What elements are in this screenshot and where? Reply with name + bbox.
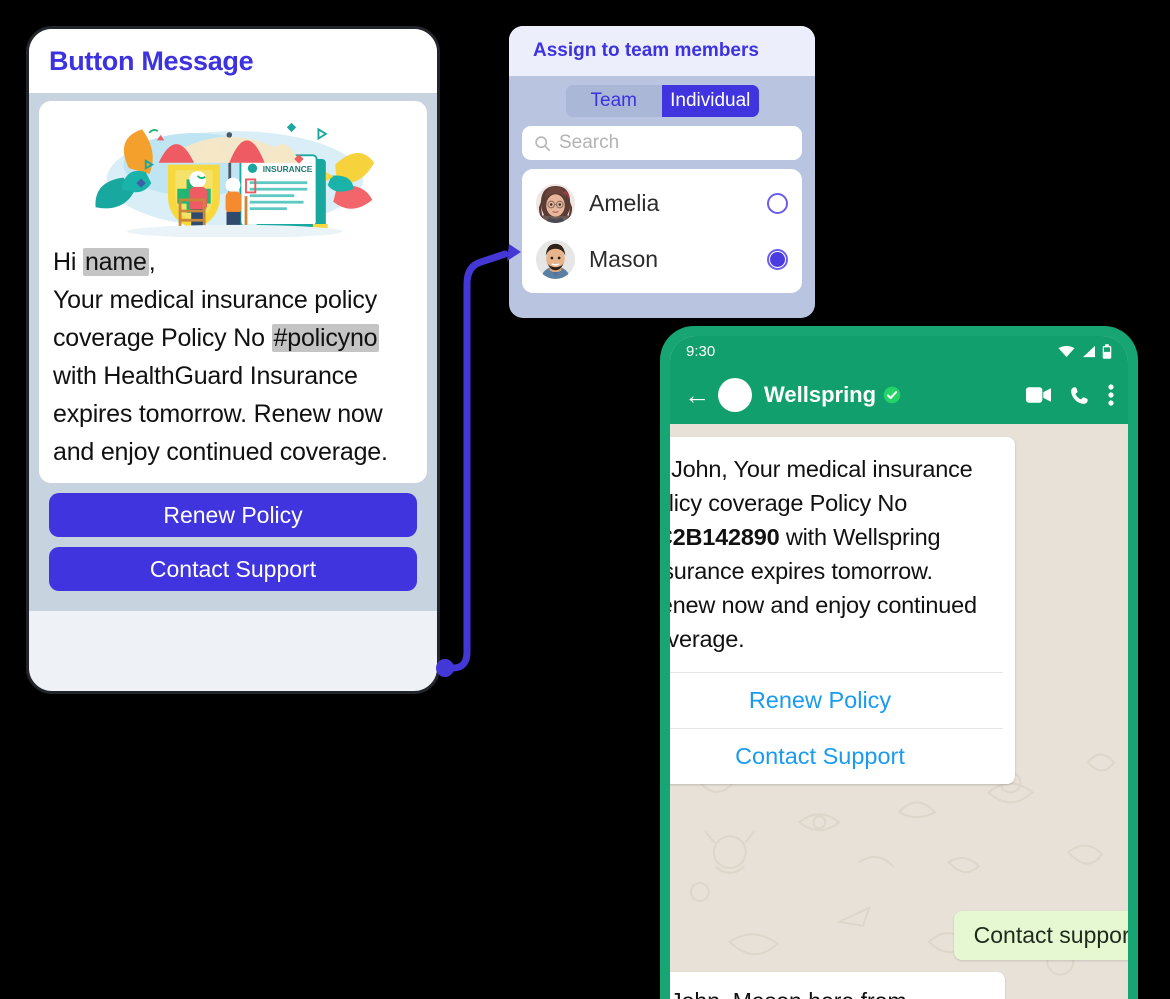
page-title: Button Message — [49, 45, 254, 76]
status-bar: 9:30 — [670, 336, 1128, 366]
status-time: 9:30 — [686, 342, 716, 360]
avatar-mason — [536, 239, 575, 279]
wifi-icon — [1058, 345, 1075, 357]
radio-mason[interactable] — [767, 248, 788, 270]
message-line-3: with HealthGuard Insurance expires tomor… — [53, 362, 388, 466]
assign-panel-content: Team Individual Search Amelia Mason — [509, 76, 815, 302]
assign-team-members-panel: Assign to team members Team Individual S… — [509, 26, 815, 318]
assign-panel-title: Assign to team members — [509, 26, 815, 76]
outgoing-message-bubble: Contact support — [953, 911, 1128, 960]
renew-policy-button[interactable]: Renew Policy — [49, 493, 417, 537]
message-body-text: Hi name, Your medical insurance policy c… — [39, 239, 427, 471]
wa-contact-support-button[interactable]: Contact Support — [670, 729, 1015, 784]
radio-amelia[interactable] — [767, 192, 788, 214]
card-message-text: Hi John, Your medical insurance policy c… — [670, 437, 1015, 672]
illustration-wrap: INSURANCE — [39, 101, 427, 239]
search-input[interactable]: Search — [522, 126, 802, 160]
tab-team[interactable]: Team — [565, 85, 662, 117]
greeting-prefix: Hi — [53, 248, 83, 276]
builder-buttons: Renew Policy Contact Support — [39, 483, 427, 591]
search-placeholder: Search — [559, 132, 620, 153]
card-message-bubble: Hi John, Your medical insurance policy c… — [670, 437, 1015, 785]
wa-renew-policy-button[interactable]: Renew Policy — [670, 673, 1015, 728]
whatsapp-chat-header: ← Wellspring — [670, 366, 1128, 424]
verified-badge-icon — [883, 386, 901, 404]
message-preview: INSURANCE Hi name, Your medical insuranc… — [39, 101, 427, 483]
card-text-before: Hi John, Your medical insurance policy c… — [670, 456, 973, 517]
status-icons — [1058, 343, 1112, 359]
card-body: INSURANCE Hi name, Your medical insuranc… — [29, 93, 437, 611]
video-camera-icon[interactable] — [1026, 386, 1051, 404]
name-variable-chip: name — [82, 248, 149, 276]
list-item-amelia[interactable]: Amelia — [522, 175, 802, 231]
insurance-illustration-icon: INSURANCE — [56, 107, 410, 237]
policyno-variable-chip: #policyno — [271, 324, 380, 352]
back-arrow-icon[interactable]: ← — [684, 382, 710, 408]
greeting-suffix: , — [148, 248, 156, 276]
list-item-mason[interactable]: Mason — [522, 231, 802, 287]
overflow-menu-icon[interactable] — [1108, 384, 1114, 406]
member-name-amelia: Amelia — [589, 189, 660, 216]
header-actions — [1026, 384, 1114, 406]
phone-screen: 9:30 ← Wellspring John, Your medical ins… — [670, 336, 1128, 999]
svg-text:INSURANCE: INSURANCE — [263, 164, 313, 174]
contact-support-button[interactable]: Contact Support — [49, 547, 417, 591]
contact-name: Wellspring — [764, 382, 877, 407]
button-message-card: Button Message INSURANCE Hi name, Your m… — [26, 26, 440, 694]
incoming-message-bubble: Hi John, Mason here from Wellspring Insu… — [670, 972, 1005, 999]
member-name-mason: Mason — [589, 245, 659, 272]
member-list: Amelia Mason — [522, 169, 802, 293]
search-icon — [535, 135, 551, 151]
chat-area: Hi John, Your medical insurance policy c… — [670, 424, 1128, 999]
phone-mockup: 9:30 ← Wellspring John, Your medical ins… — [660, 326, 1138, 999]
battery-icon — [1102, 343, 1112, 359]
avatar-amelia — [536, 183, 575, 223]
card-policy-number: #C2B142890 — [670, 524, 780, 551]
cellular-signal-icon — [1082, 345, 1095, 357]
phone-icon[interactable] — [1069, 385, 1090, 406]
assignment-type-tabs: Team Individual — [565, 85, 759, 117]
card-header: Button Message — [29, 29, 437, 93]
tab-individual[interactable]: Individual — [662, 85, 759, 117]
contact-avatar[interactable] — [718, 378, 752, 412]
